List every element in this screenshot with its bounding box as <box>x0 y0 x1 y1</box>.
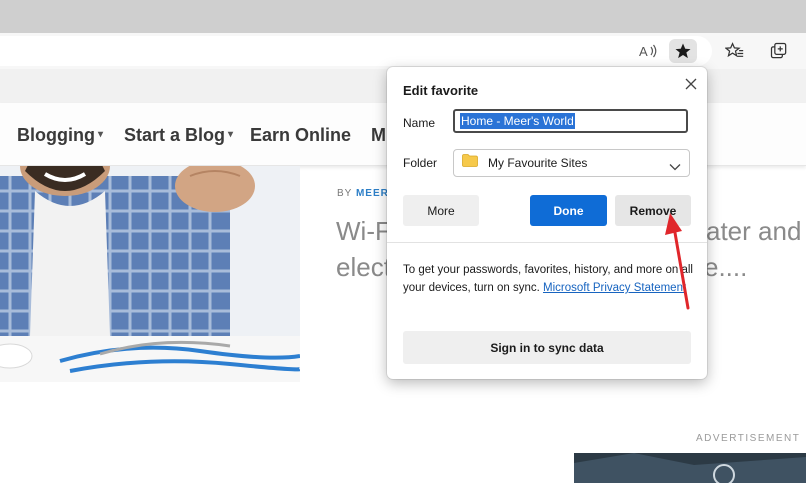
dialog-title: Edit favorite <box>403 83 479 98</box>
address-bar[interactable] <box>0 36 712 66</box>
post-byline: BY MEER' <box>337 188 393 199</box>
collections-icon[interactable] <box>765 39 793 63</box>
advertisement-label: ADVERTISEMENT <box>696 433 801 444</box>
sign-in-sync-button[interactable]: Sign in to sync data <box>403 331 691 364</box>
favorites-list-icon[interactable] <box>721 39 749 63</box>
folder-select[interactable]: My Favourite Sites <box>453 149 690 177</box>
annotation-arrow-icon <box>665 213 690 310</box>
nav-item-earn-online[interactable]: Earn Online <box>250 125 351 146</box>
read-aloud-icon[interactable]: A <box>634 39 662 63</box>
name-label: Name <box>403 116 436 130</box>
post-title[interactable]: Wi-F elect <box>336 213 391 285</box>
folder-label: Folder <box>403 156 438 170</box>
dropdown-caret-icon: ▾ <box>97 129 104 140</box>
folder-icon <box>462 154 478 172</box>
folder-value: My Favourite Sites <box>488 156 588 170</box>
edit-favorite-dialog: Edit favorite Name Home - Meer's World F… <box>387 67 707 379</box>
done-button[interactable]: Done <box>530 195 607 226</box>
favorite-star-icon[interactable] <box>669 39 697 63</box>
chevron-down-icon <box>669 158 681 176</box>
close-icon[interactable] <box>680 73 702 95</box>
post-featured-image[interactable] <box>0 166 300 382</box>
dropdown-caret-icon: ▾ <box>228 129 234 140</box>
more-button[interactable]: More <box>403 195 479 226</box>
svg-text:A: A <box>639 44 648 59</box>
nav-item-start-a-blog[interactable]: Start a Blog ▾ <box>124 125 233 146</box>
post-title-tail[interactable]: ater and e.... <box>704 213 801 285</box>
favorite-name-input[interactable]: Home - Meer's World <box>453 109 688 133</box>
sync-message: To get your passwords, favorites, histor… <box>403 264 693 294</box>
nav-item-blogging[interactable]: Blogging ▾ <box>17 125 103 146</box>
dialog-divider <box>387 242 707 243</box>
nav-item-more[interactable]: M <box>371 125 386 146</box>
advertisement-banner[interactable] <box>574 453 806 483</box>
tab-strip <box>0 0 806 33</box>
